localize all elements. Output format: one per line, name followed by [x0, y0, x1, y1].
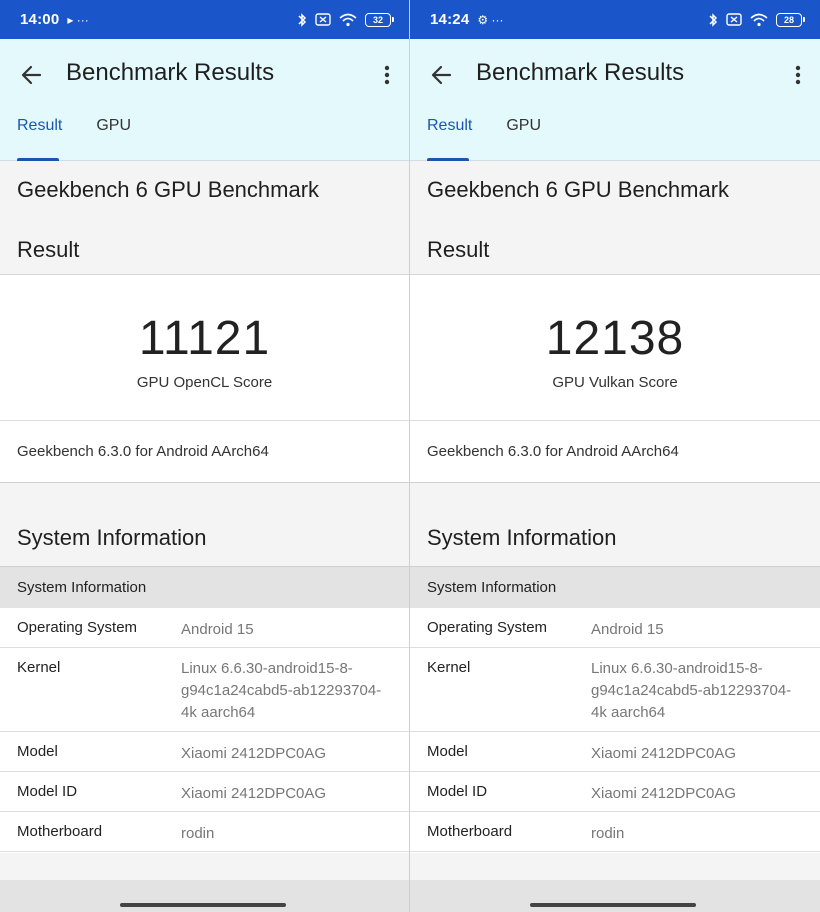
score-label: GPU Vulkan Score — [552, 374, 678, 391]
status-bar: 14:00 ▸ ··· 32 — [0, 0, 409, 39]
benchmark-title: Geekbench 6 GPU Benchmark — [427, 177, 730, 202]
system-information-subheader: System Information — [410, 567, 820, 608]
system-information-title: System Information — [410, 501, 820, 567]
status-right-icons: 28 — [708, 12, 805, 27]
row-value: rodin — [591, 825, 625, 842]
app-bar: Benchmark Results Result GPU — [0, 39, 409, 161]
version-info: Geekbench 6.3.0 for Android AArch64 — [410, 421, 820, 483]
result-heading: Result — [17, 237, 80, 262]
row-key: Model ID — [17, 783, 78, 800]
row-value: rodin — [181, 825, 215, 842]
row-value: Linux 6.6.30-android15-8-g94c1a24cabd5-a… — [181, 660, 382, 721]
table-row: Operating System Android 15 — [410, 608, 820, 648]
status-notification-icons: ▸ ··· — [67, 12, 89, 27]
row-key: Model ID — [427, 783, 488, 800]
benchmark-header: Geekbench 6 GPU Benchmark Result — [410, 161, 820, 275]
status-time: 14:00 — [20, 11, 60, 28]
benchmark-header: Geekbench 6 GPU Benchmark Result — [0, 161, 409, 275]
page-title: Benchmark Results — [66, 59, 275, 86]
score-value: 11121 — [138, 312, 271, 365]
table-row: Operating System Android 15 — [0, 608, 409, 648]
tab-result[interactable]: Result — [0, 114, 79, 161]
row-value: Xiaomi 2412DPC0AG — [591, 745, 737, 762]
row-value: Android 15 — [591, 621, 664, 638]
score-card: 12138 GPU Vulkan Score — [410, 275, 820, 421]
bluetooth-icon — [298, 12, 307, 27]
app-bar: Benchmark Results Result GPU — [410, 39, 820, 161]
table-row: Model ID Xiaomi 2412DPC0AG — [410, 772, 820, 812]
table-row: Kernel Linux 6.6.30-android15-8-g94c1a24… — [0, 648, 409, 732]
battery-icon: 32 — [365, 12, 394, 27]
status-time: 14:24 — [430, 11, 470, 28]
row-value: Xiaomi 2412DPC0AG — [181, 785, 327, 802]
result-heading: Result — [427, 237, 490, 262]
table-row: Kernel Linux 6.6.30-android15-8-g94c1a24… — [410, 648, 820, 732]
tab-gpu[interactable]: GPU — [489, 114, 558, 160]
row-key: Motherboard — [17, 823, 103, 840]
back-arrow-icon[interactable] — [428, 61, 456, 89]
status-right-icons: 32 — [297, 12, 394, 27]
status-bar: 14:24 ⚙ ··· 28 — [410, 0, 820, 39]
next-section-stripe — [0, 880, 409, 912]
row-key: Model — [427, 743, 468, 760]
battery-icon: 28 — [776, 12, 805, 27]
page-title: Benchmark Results — [476, 59, 685, 86]
row-value: Xiaomi 2412DPC0AG — [591, 785, 737, 802]
back-arrow-icon[interactable] — [18, 61, 46, 89]
table-row: Motherboard rodin — [0, 812, 409, 852]
section-gap — [410, 483, 820, 501]
score-card: 11121 GPU OpenCL Score — [0, 275, 409, 421]
row-value: Android 15 — [181, 621, 254, 638]
table-row: Model Xiaomi 2412DPC0AG — [410, 732, 820, 772]
row-key: Operating System — [427, 619, 548, 636]
table-row: Motherboard rodin — [410, 812, 820, 852]
row-key: Motherboard — [427, 823, 513, 840]
bluetooth-icon — [709, 12, 718, 27]
row-key: Operating System — [17, 619, 138, 636]
system-information-title: System Information — [0, 501, 409, 567]
tab-gpu[interactable]: GPU — [79, 114, 148, 160]
overflow-menu-icon[interactable] — [790, 61, 806, 89]
wifi-icon — [750, 13, 768, 26]
tab-result[interactable]: Result — [410, 114, 489, 161]
system-information-subheader: System Information — [0, 567, 409, 608]
wifi-icon — [339, 13, 357, 26]
right-phone-screen: 14:24 ⚙ ··· 28 Benchmark Results Result … — [410, 0, 820, 912]
tab-bar: Result GPU — [410, 114, 558, 161]
split-screenshot: 14:00 ▸ ··· 32 Benchmark Results Result … — [0, 0, 820, 912]
status-notification-icons: ⚙ ··· — [477, 12, 504, 27]
row-key: Model — [17, 743, 58, 760]
score-value: 12138 — [545, 312, 685, 365]
version-info: Geekbench 6.3.0 for Android AArch64 — [0, 421, 409, 483]
benchmark-title: Geekbench 6 GPU Benchmark — [17, 177, 320, 202]
sim-off-icon — [315, 13, 331, 26]
section-gap — [0, 483, 409, 501]
home-indicator[interactable] — [530, 903, 696, 907]
row-key: Kernel — [17, 659, 61, 676]
next-section-stripe — [410, 880, 820, 912]
row-value: Linux 6.6.30-android15-8-g94c1a24cabd5-a… — [591, 660, 792, 721]
row-key: Kernel — [427, 659, 471, 676]
sim-off-icon — [726, 13, 742, 26]
table-row: Model Xiaomi 2412DPC0AG — [0, 732, 409, 772]
score-label: GPU OpenCL Score — [136, 374, 273, 391]
home-indicator[interactable] — [120, 903, 286, 907]
overflow-menu-icon[interactable] — [379, 61, 395, 89]
table-row: Model ID Xiaomi 2412DPC0AG — [0, 772, 409, 812]
row-value: Xiaomi 2412DPC0AG — [181, 745, 327, 762]
tab-bar: Result GPU — [0, 114, 148, 161]
left-phone-screen: 14:00 ▸ ··· 32 Benchmark Results Result … — [0, 0, 410, 912]
